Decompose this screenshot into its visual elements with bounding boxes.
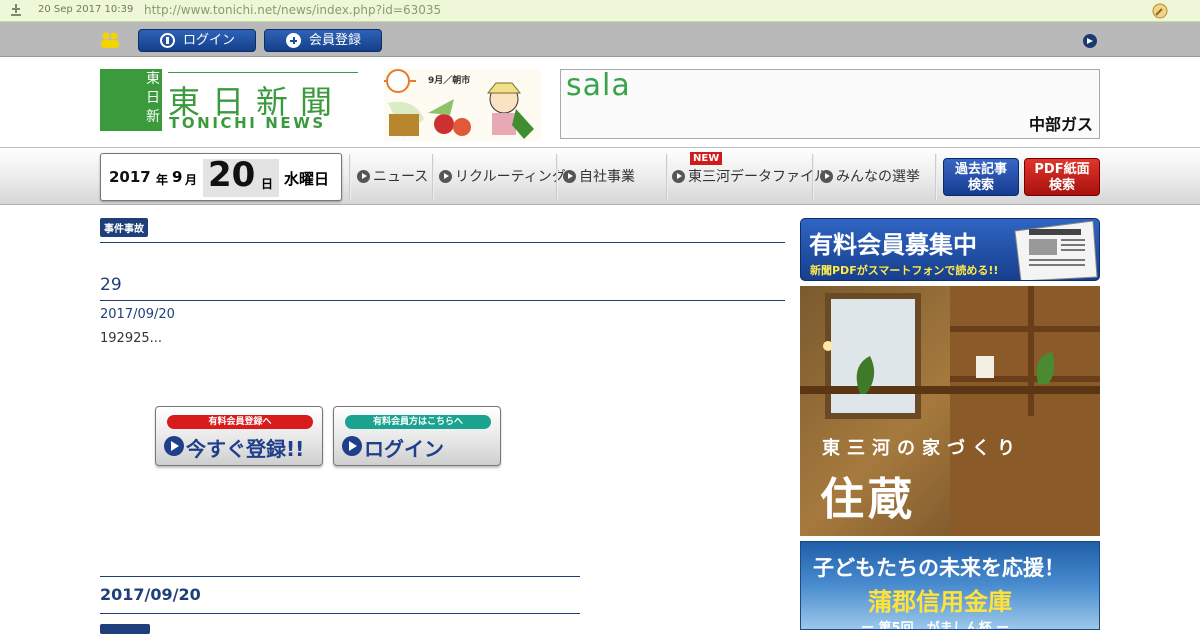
next-arrow-icon[interactable] — [1083, 34, 1097, 48]
article-date: 2017/09/20 — [100, 307, 175, 322]
asaichi-label: 9月／朝市 — [428, 76, 471, 86]
chubu-gas-label: 中部ガス — [1028, 115, 1093, 134]
sumikura-ad-banner[interactable]: 東三河の家づくり 住蔵 — [800, 286, 1100, 536]
main-navigation: 2017 年 9 月 20 日 水曜日 ニュース リクルーティング 自社事業 N… — [0, 147, 1200, 205]
today-date: 2017 年 9 月 20 日 水曜日 — [100, 153, 342, 201]
member-login-button[interactable]: 有料会員方はこちらへ ログイン — [333, 406, 501, 466]
article-excerpt: 192925... — [100, 331, 163, 346]
archive-pin-icon[interactable] — [9, 3, 23, 18]
members-icon — [101, 32, 119, 48]
sala-ad-banner[interactable]: sala 中部ガス — [560, 68, 1100, 139]
category-tag[interactable]: 事件事故 — [100, 218, 148, 237]
pdf-search-button[interactable]: PDF紙面 検索 — [1024, 158, 1100, 196]
logo-en: TONICHI NEWS — [169, 114, 326, 132]
arrow-right-icon — [164, 436, 184, 456]
chevron-right-icon — [357, 170, 370, 183]
nav-item-news[interactable]: ニュース — [357, 155, 428, 199]
chevron-right-icon — [820, 170, 833, 183]
paid-membership-banner[interactable]: 有料会員募集中 新聞PDFがスマートフォンで読める!! — [800, 218, 1100, 281]
capture-timestamp: 20 Sep 2017 10:39 — [38, 4, 134, 15]
gamashin-bank-banner[interactable]: 子どもたちの未来を応援！ 蒲郡信用金庫 ー 第5回 がましん杯 ー — [800, 541, 1100, 630]
section-date: 2017/09/20 — [100, 585, 201, 604]
archive-search-button[interactable]: 過去記事 検索 — [943, 158, 1019, 196]
site-logo[interactable]: 東 日 新 東日新聞 TONICHI NEWS — [100, 69, 362, 132]
nav-item-datafile[interactable]: 東三河データファイル — [672, 155, 828, 199]
sala-brand: sala — [566, 68, 631, 103]
site-header: 東 日 新 東日新聞 TONICHI NEWS 9月／朝市 sala 中部ガス — [0, 57, 1200, 147]
chevron-right-icon — [672, 170, 685, 183]
divider — [100, 300, 785, 301]
logo-rule — [168, 72, 358, 73]
nav-item-recruiting[interactable]: リクルーティング — [439, 155, 566, 199]
page-url[interactable]: http://www.tonichi.net/news/index.php?id… — [144, 3, 441, 17]
nav-item-projects[interactable]: 自社事業 — [563, 155, 635, 199]
article-title: 29 — [100, 275, 122, 295]
divider — [100, 576, 580, 577]
register-button[interactable]: 会員登録 — [264, 29, 382, 52]
chevron-right-icon — [439, 170, 452, 183]
info-icon — [160, 33, 175, 48]
logo-vertical-text: 東 日 新 — [145, 70, 161, 127]
newspaper-icon — [1014, 221, 1098, 280]
arrow-right-icon — [342, 436, 362, 456]
wrench-icon[interactable] — [1152, 3, 1168, 19]
register-now-button[interactable]: 有料会員登録へ 今すぐ登録!! — [155, 406, 323, 466]
archive-toolbar: 20 Sep 2017 10:39 http://www.tonichi.net… — [0, 0, 1200, 22]
category-tag[interactable] — [100, 624, 150, 634]
login-button[interactable]: ログイン — [138, 29, 256, 52]
asaichi-ad-banner[interactable]: 9月／朝市 — [384, 69, 541, 141]
member-bar: ログイン 会員登録 — [0, 22, 1200, 57]
divider — [100, 242, 785, 243]
nav-item-election[interactable]: みんなの選挙 — [820, 155, 920, 199]
divider — [100, 613, 580, 614]
plus-icon — [286, 33, 301, 48]
chevron-right-icon — [563, 170, 576, 183]
